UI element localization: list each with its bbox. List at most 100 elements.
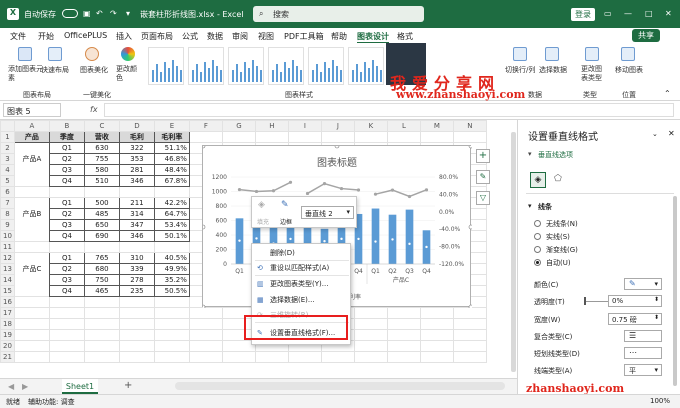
cell[interactable] xyxy=(452,329,487,341)
cell[interactable]: 35.2% xyxy=(153,274,190,286)
cell[interactable] xyxy=(118,307,155,319)
cell[interactable] xyxy=(419,351,454,363)
cell[interactable] xyxy=(48,186,85,198)
cell[interactable] xyxy=(118,329,155,341)
row-header[interactable]: 12 xyxy=(0,252,15,264)
cell[interactable] xyxy=(83,186,120,198)
cell[interactable] xyxy=(386,307,421,319)
cell[interactable] xyxy=(386,131,421,143)
menu-item[interactable]: OfficePLUS xyxy=(64,31,107,40)
cell[interactable] xyxy=(287,131,322,143)
column-header[interactable]: C xyxy=(83,120,120,132)
prev-sheet-icon[interactable]: ◀ xyxy=(8,382,14,391)
row-header[interactable]: 20 xyxy=(0,340,15,352)
pane-section[interactable]: 垂直线选项 xyxy=(538,150,573,160)
cell[interactable]: Q1 xyxy=(48,142,85,154)
cell[interactable] xyxy=(83,318,120,330)
collapse-ribbon-icon[interactable]: ⌃ xyxy=(664,89,671,98)
cell[interactable] xyxy=(153,340,190,352)
cell[interactable] xyxy=(320,131,355,143)
fx-label[interactable]: fx xyxy=(90,105,98,114)
autosave-toggle[interactable] xyxy=(62,9,78,18)
cell[interactable] xyxy=(221,351,256,363)
add-element-icon[interactable] xyxy=(18,47,32,61)
search-box[interactable]: ⌕ 搜索 xyxy=(253,6,424,22)
line-header[interactable]: 线条 xyxy=(538,202,552,212)
group-cell[interactable] xyxy=(13,186,50,198)
fill-line-tab-icon[interactable]: ◈ xyxy=(530,172,546,188)
row-header[interactable]: 5 xyxy=(0,175,15,187)
cell[interactable] xyxy=(118,186,155,198)
cell[interactable] xyxy=(83,351,120,363)
cell[interactable]: Q2 xyxy=(48,153,85,165)
context-menu-item[interactable]: 更改图表类型(Y)... xyxy=(270,279,328,289)
cell[interactable]: 580 xyxy=(83,164,120,176)
group-cell[interactable] xyxy=(13,219,50,231)
cell[interactable]: 40.5% xyxy=(153,252,190,264)
row-header[interactable]: 16 xyxy=(0,296,15,308)
group-cell[interactable] xyxy=(13,230,50,242)
cell[interactable]: 49.9% xyxy=(153,263,190,275)
dash-type-dropdown[interactable]: ⋯ xyxy=(624,347,662,359)
cell[interactable] xyxy=(118,296,155,308)
cell[interactable]: 510 xyxy=(83,175,120,187)
vertical-scrollbar[interactable] xyxy=(511,132,516,372)
cell[interactable] xyxy=(188,329,223,341)
cell[interactable] xyxy=(287,351,322,363)
cell[interactable]: 51.1% xyxy=(153,142,190,154)
ribbon-display-icon[interactable]: ▭ xyxy=(604,9,612,18)
cell[interactable]: Q2 xyxy=(48,208,85,220)
cell[interactable] xyxy=(254,131,289,143)
menu-item[interactable]: 开始 xyxy=(38,31,54,42)
cell[interactable] xyxy=(353,131,388,143)
cell[interactable] xyxy=(353,307,388,319)
cell[interactable]: 750 xyxy=(83,274,120,286)
cell[interactable] xyxy=(419,318,454,330)
cell[interactable] xyxy=(188,307,223,319)
cell[interactable]: 46.8% xyxy=(153,153,190,165)
column-header[interactable]: H xyxy=(254,120,289,132)
cell[interactable] xyxy=(320,351,355,363)
group-cell[interactable] xyxy=(13,175,50,187)
cell[interactable] xyxy=(353,329,388,341)
cell[interactable] xyxy=(153,296,190,308)
header-cell[interactable]: 毛利率 xyxy=(153,131,190,143)
cap-type-dropdown[interactable]: 平 ▾ xyxy=(624,364,662,376)
row-header[interactable]: 11 xyxy=(0,241,15,253)
formula-input[interactable] xyxy=(104,103,674,117)
cell[interactable]: 346 xyxy=(118,175,155,187)
close-icon[interactable]: ✕ xyxy=(665,9,672,18)
header-cell[interactable]: 季度 xyxy=(48,131,85,143)
cell[interactable] xyxy=(353,340,388,352)
row-header[interactable]: 19 xyxy=(0,329,15,341)
radio-label[interactable]: 实线(S) xyxy=(546,232,570,242)
cell[interactable]: Q3 xyxy=(48,164,85,176)
column-header[interactable]: B xyxy=(48,120,85,132)
cell[interactable]: 42.2% xyxy=(153,197,190,209)
cell[interactable]: 278 xyxy=(118,274,155,286)
row-header[interactable]: 10 xyxy=(0,230,15,242)
cell[interactable] xyxy=(48,241,85,253)
row-header[interactable]: 17 xyxy=(0,307,15,319)
cell[interactable]: Q1 xyxy=(48,252,85,264)
cell[interactable]: Q4 xyxy=(48,230,85,242)
group-cell[interactable] xyxy=(13,296,50,308)
cell[interactable]: 50.5% xyxy=(153,285,190,297)
group-cell[interactable] xyxy=(13,340,50,352)
cell[interactable] xyxy=(419,307,454,319)
group-cell[interactable] xyxy=(13,307,50,319)
cell[interactable]: 67.8% xyxy=(153,175,190,187)
cell[interactable] xyxy=(153,351,190,363)
style-thumb[interactable] xyxy=(148,47,184,85)
menu-item[interactable]: PDF工具箱 xyxy=(284,31,324,42)
select-data-button[interactable]: 选择数据 xyxy=(539,65,567,75)
cell[interactable]: Q1 xyxy=(48,197,85,209)
cell[interactable] xyxy=(254,351,289,363)
cell[interactable]: 53.4% xyxy=(153,219,190,231)
pane-options-chevron-icon[interactable]: ⌄ xyxy=(652,130,658,138)
quick-layout-icon[interactable] xyxy=(48,47,62,61)
quick-layout-button[interactable]: 快速布局 xyxy=(41,65,69,75)
zoom-level[interactable]: 100% xyxy=(650,397,670,405)
radio-button[interactable] xyxy=(534,259,541,266)
palette-icon[interactable] xyxy=(121,47,135,61)
